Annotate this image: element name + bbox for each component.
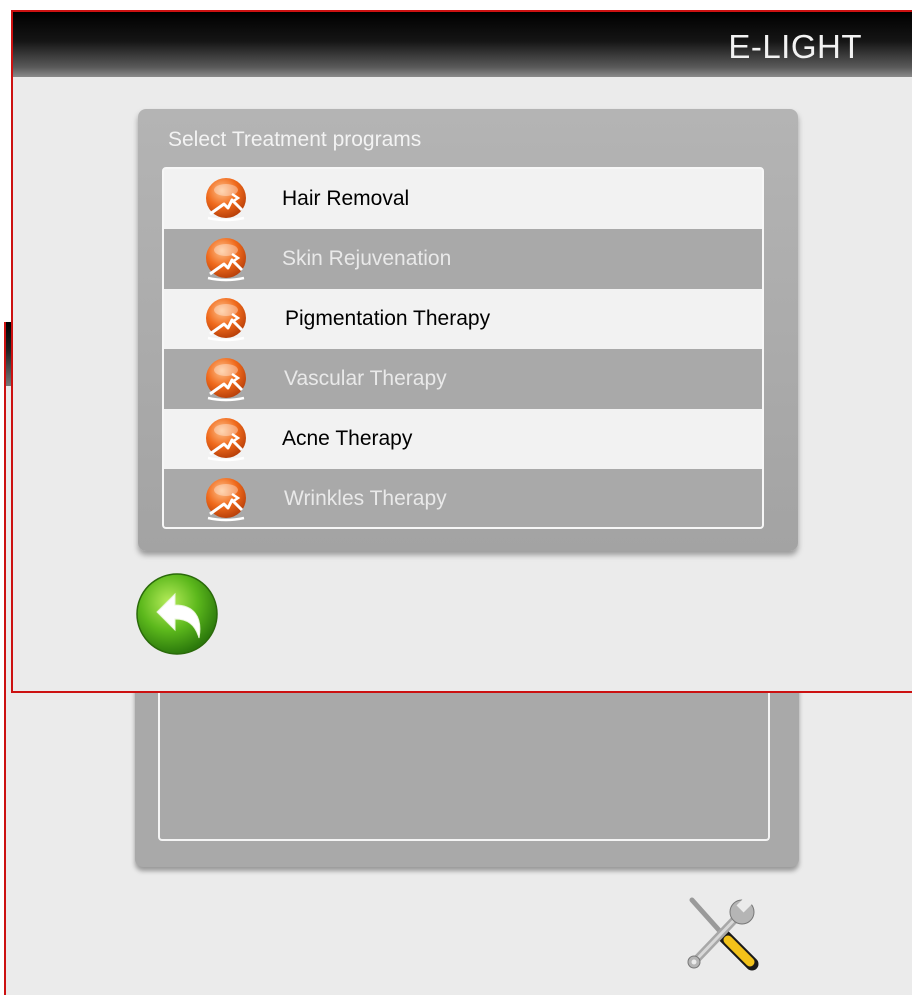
list-item-label: Pigmentation Therapy [285,307,491,330]
treatment-icon [202,416,250,464]
list-item-label: Vascular Therapy [284,367,447,390]
list-item-pigmentation-therapy[interactable]: Pigmentation Therapy [164,289,762,349]
list-item-skin-rejuvenation[interactable]: Skin Rejuvenation [164,229,762,289]
treatment-icon [202,176,250,224]
treatment-programs-panel: Select Treatment programs Hair Removal S… [138,109,798,551]
list-item-label: Acne Therapy [282,427,413,450]
treatment-list: Hair Removal Skin Rejuvenation Pigmentat… [162,167,764,529]
list-item-wrinkles-therapy[interactable]: Wrinkles Therapy [164,469,762,527]
background-panel-inner [158,677,770,841]
treatment-icon [202,236,250,284]
treatment-icon [202,356,250,404]
back-button[interactable] [135,572,219,656]
treatment-selection-window: E-LIGHT Select Treatment programs Hair R… [11,10,912,693]
background-panel [135,677,799,867]
treatment-icon [202,296,250,344]
list-item-label: Skin Rejuvenation [282,247,452,270]
app-title: E-LIGHT [728,28,862,65]
list-item-label: Wrinkles Therapy [284,487,447,510]
panel-title: Select Treatment programs [168,128,422,151]
list-item-vascular-therapy[interactable]: Vascular Therapy [164,349,762,409]
list-item-label: Hair Removal [282,187,410,210]
list-item-hair-removal[interactable]: Hair Removal [164,169,762,229]
list-item-acne-therapy[interactable]: Acne Therapy [164,409,762,469]
title-bar: E-LIGHT [13,12,912,77]
treatment-icon [202,476,250,524]
back-arrow-icon [136,573,218,655]
tools-icon[interactable] [682,894,762,974]
